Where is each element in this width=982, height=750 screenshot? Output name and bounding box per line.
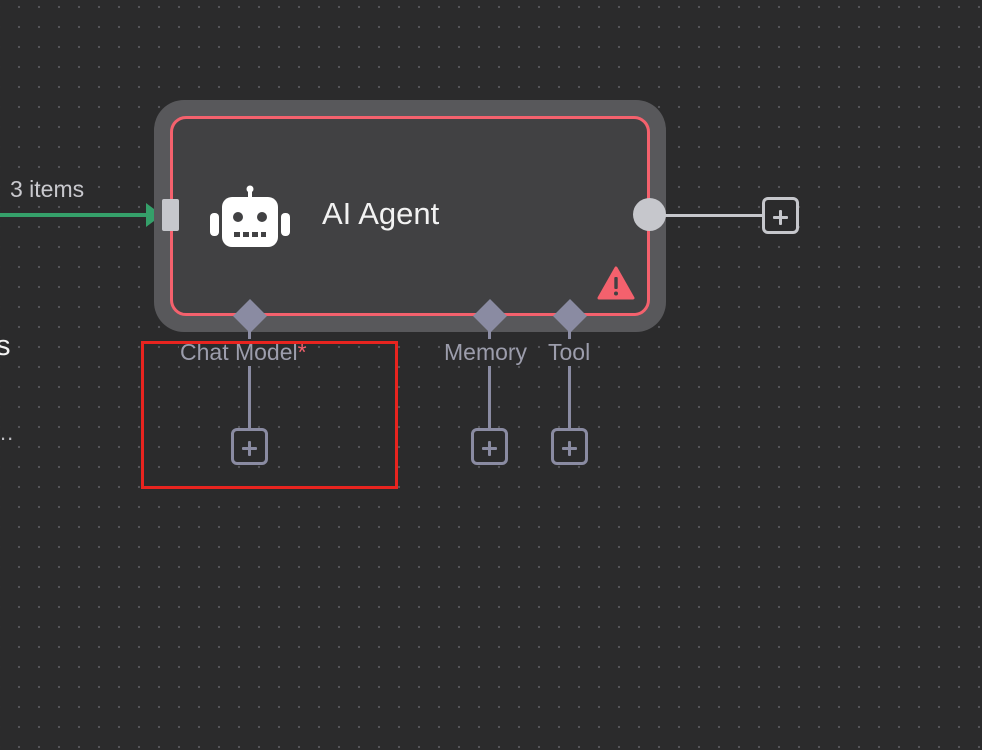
add-tool-button[interactable]	[551, 428, 588, 465]
node-title: AI Agent	[322, 196, 440, 231]
warning-triangle-icon[interactable]	[597, 266, 635, 300]
node-output-handle[interactable]	[633, 198, 666, 231]
robot-icon	[210, 185, 290, 247]
add-next-node-button[interactable]	[762, 197, 799, 234]
offscreen-node-ellipsis: ..	[0, 420, 15, 445]
highlight-annotation-box	[141, 341, 398, 489]
incoming-connection-line[interactable]	[0, 213, 150, 217]
add-memory-button[interactable]	[471, 428, 508, 465]
connection-items-label: 3 items	[10, 176, 85, 202]
node-input-handle[interactable]	[162, 199, 179, 231]
memory-label: Memory	[443, 339, 529, 366]
offscreen-node-text: s	[0, 330, 11, 362]
output-connection-line	[664, 214, 762, 217]
tool-label: Tool	[547, 339, 592, 366]
